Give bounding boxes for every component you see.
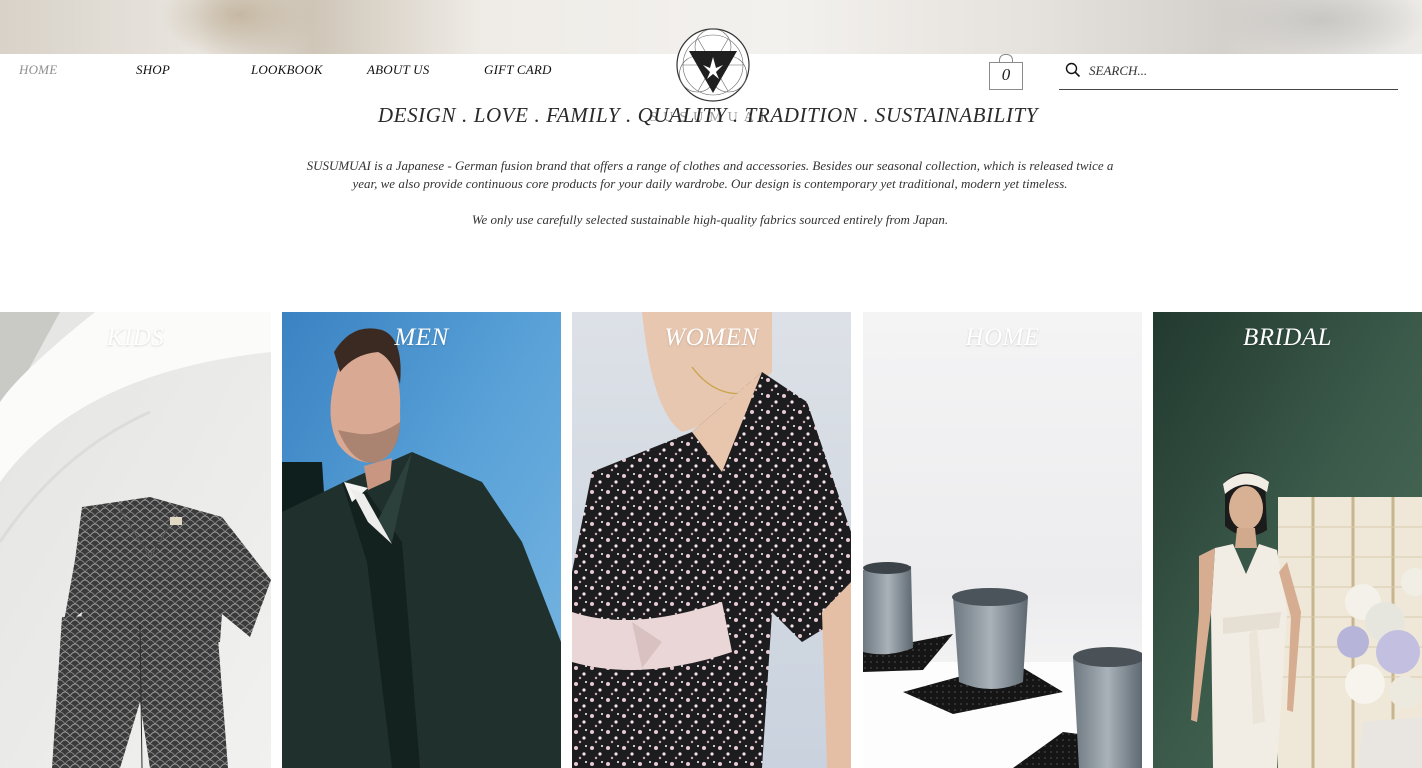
home-photo: [863, 312, 1142, 768]
intro-paragraph: We only use carefully selected sustainab…: [471, 212, 949, 227]
cart-button[interactable]: 0: [988, 54, 1024, 90]
brand-logo[interactable]: [675, 27, 751, 103]
category-label: BRIDAL: [1242, 324, 1333, 351]
category-label: WOMEN: [664, 324, 759, 351]
nav-item-gift-card[interactable]: GIFT CARD: [484, 62, 552, 78]
nav-item-about-us[interactable]: ABOUT US: [367, 62, 429, 78]
nav-item-lookbook[interactable]: LOOKBOOK: [251, 62, 323, 78]
category-tile-men[interactable]: MEN: [282, 312, 561, 768]
category-label: KIDS: [106, 324, 165, 351]
fabric-fold: [1210, 0, 1422, 54]
category-label: MEN: [394, 324, 449, 351]
category-tile-bridal[interactable]: BRIDAL: [1153, 312, 1422, 768]
kids-photo: [0, 312, 271, 768]
intro-text: SUSUMUAI is a Japanese - German fusion b…: [300, 157, 1120, 229]
cart-count: 0: [1001, 65, 1011, 84]
nav-item-shop[interactable]: SHOP: [136, 62, 170, 78]
intro-paragraph: SUSUMUAI is a Japanese - German fusion b…: [306, 158, 1114, 191]
men-photo: [282, 312, 561, 768]
category-tile-women[interactable]: WOMEN: [572, 312, 851, 768]
brand-tagline: DESIGN . LOVE . FAMILY . QUALITY . TRADI…: [377, 103, 1039, 127]
category-grid: KIDS MEN WOMEN HOME BRIDAL: [0, 312, 1422, 768]
logo-emblem-icon: [676, 28, 750, 102]
nav-item-home[interactable]: HOME: [19, 62, 57, 78]
bridal-photo: [1153, 312, 1422, 768]
category-label: HOME: [965, 324, 1040, 351]
category-tile-home[interactable]: HOME: [863, 312, 1142, 768]
category-tile-kids[interactable]: KIDS: [0, 312, 271, 768]
search-bar: [1059, 54, 1398, 90]
fabric-fold: [160, 0, 320, 54]
women-photo: [572, 312, 851, 768]
search-icon[interactable]: [1065, 62, 1081, 78]
search-input[interactable]: [1087, 59, 1391, 83]
